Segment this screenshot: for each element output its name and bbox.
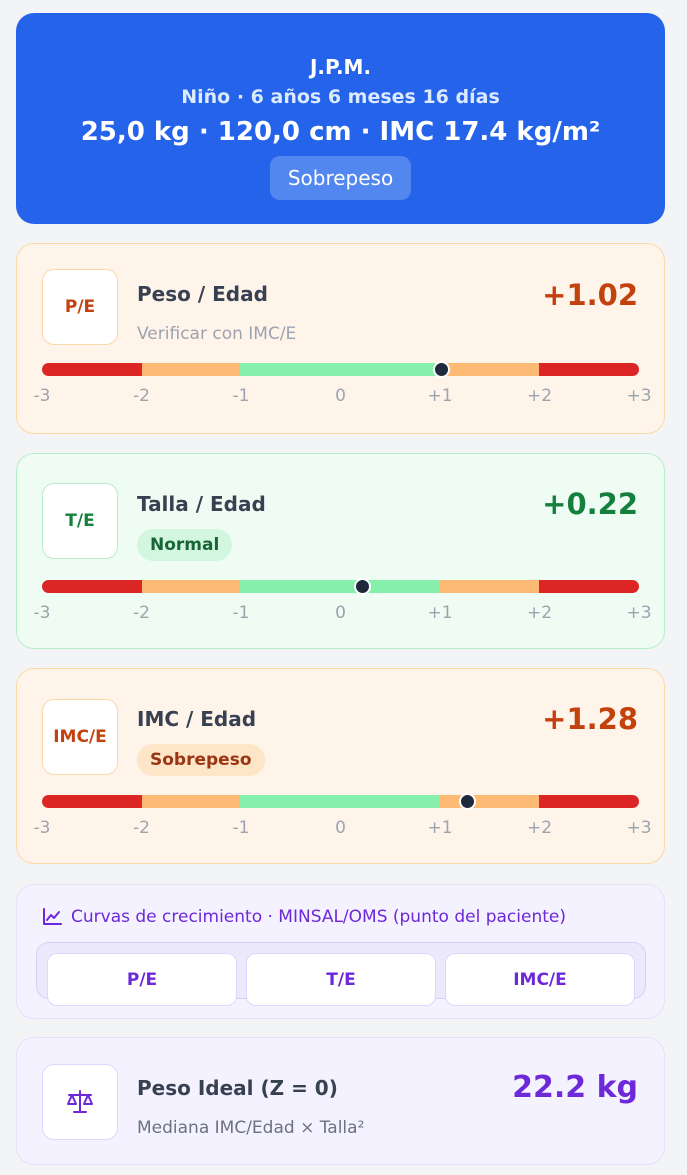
ideal-weight-icon-box xyxy=(42,1064,118,1140)
tab-height-age-curve[interactable]: T/E xyxy=(246,953,436,1006)
z-score-value: +0.22 xyxy=(542,487,638,521)
status-badge: Sobrepeso xyxy=(137,744,265,776)
tick-label: -1 xyxy=(232,603,250,623)
indicator-code: T/E xyxy=(42,483,118,559)
scale-ticks: -3 -2 -1 0 +1 +2 +3 xyxy=(34,818,652,840)
tick-label: 0 xyxy=(335,818,346,838)
growth-curves-card: Curvas de crecimiento · MINSAL/OMS (punt… xyxy=(16,884,665,1019)
status-badge: Normal xyxy=(137,529,233,561)
tick-label: +2 xyxy=(526,386,553,406)
tick-label: +3 xyxy=(626,818,652,838)
tick-label: +1 xyxy=(427,386,453,406)
tick-label: -2 xyxy=(133,818,150,838)
ideal-weight-title: Peso Ideal (Z = 0) xyxy=(137,1076,338,1100)
z-score-scale-bar xyxy=(42,795,639,808)
patient-header: J.P.M. Niño · 6 años 6 meses 16 días 25,… xyxy=(16,13,665,224)
tick-label: +2 xyxy=(526,818,553,838)
tick-label: -1 xyxy=(232,818,250,838)
tick-label: 0 xyxy=(335,603,346,623)
tick-label: +3 xyxy=(626,386,652,406)
patient-age: Niño · 6 años 6 meses 16 días xyxy=(181,86,500,108)
tick-label: +1 xyxy=(427,818,453,838)
tick-label: +2 xyxy=(526,603,553,623)
tick-label: -2 xyxy=(133,603,150,623)
z-score-value: +1.28 xyxy=(542,702,638,736)
indicator-code: IMC/E xyxy=(42,699,118,775)
ideal-weight-value: 22.2 kg xyxy=(512,1070,638,1105)
patient-measurements: 25,0 kg · 120,0 cm · IMC 17.4 kg/m² xyxy=(80,117,601,147)
indicator-title: Peso / Edad xyxy=(137,282,268,306)
growth-curves-label: Curvas de crecimiento · MINSAL/OMS (punt… xyxy=(71,907,566,927)
patient-initials: J.P.M. xyxy=(309,55,372,79)
indicator-card-bmi-age: IMC/E IMC / Edad Sobrepeso +1.28 -3 -2 -… xyxy=(16,668,665,864)
nutrition-status-badge: Sobrepeso xyxy=(270,156,411,200)
scale-icon xyxy=(67,1090,93,1113)
scale-ticks: -3 -2 -1 0 +1 +2 +3 xyxy=(34,386,652,408)
z-score-scale-bar xyxy=(42,363,639,376)
z-score-scale-bar xyxy=(42,580,639,593)
tick-label: 0 xyxy=(335,386,346,406)
z-score-marker xyxy=(353,578,371,595)
tab-bmi-age-curve[interactable]: IMC/E xyxy=(445,953,635,1006)
z-score-value: +1.02 xyxy=(542,278,638,312)
ideal-weight-formula: Mediana IMC/Edad × Talla² xyxy=(137,1118,365,1138)
indicator-title: Talla / Edad xyxy=(137,492,266,516)
indicator-code: P/E xyxy=(42,269,118,345)
tick-label: -1 xyxy=(232,386,250,406)
tab-weight-age-curve[interactable]: P/E xyxy=(47,953,237,1006)
scale-ticks: -3 -2 -1 0 +1 +2 +3 xyxy=(34,603,652,625)
indicator-card-weight-age: P/E Peso / Edad Verificar con IMC/E +1.0… xyxy=(16,243,665,434)
tick-label: +1 xyxy=(427,603,453,623)
tick-label: +3 xyxy=(626,603,652,623)
tick-label: -3 xyxy=(33,603,51,623)
tick-label: -2 xyxy=(133,386,150,406)
tick-label: -3 xyxy=(33,386,51,406)
line-chart-icon xyxy=(43,908,62,925)
indicator-card-height-age: T/E Talla / Edad Normal +0.22 -3 -2 -1 0… xyxy=(16,453,665,649)
indicator-title: IMC / Edad xyxy=(137,707,257,731)
indicator-note: Verificar con IMC/E xyxy=(137,324,297,344)
ideal-weight-card: Peso Ideal (Z = 0) Mediana IMC/Edad × Ta… xyxy=(16,1037,665,1165)
tick-label: -3 xyxy=(33,818,51,838)
growth-curves-title: Curvas de crecimiento · MINSAL/OMS (punt… xyxy=(42,907,566,927)
